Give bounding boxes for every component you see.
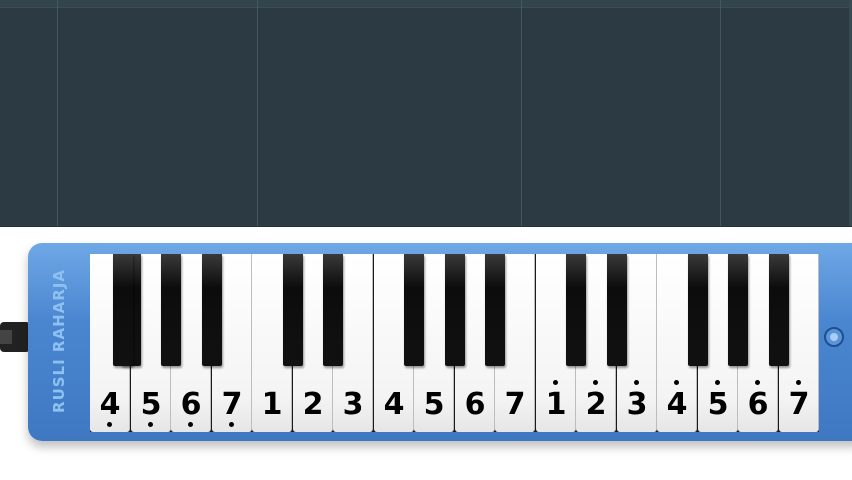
black-key[interactable]	[404, 254, 424, 366]
black-key[interactable]	[769, 254, 789, 366]
key-number-label: 1	[261, 387, 283, 422]
high-octave-dot	[755, 380, 760, 385]
black-key[interactable]	[566, 254, 586, 366]
key-number-label: 2	[585, 387, 607, 422]
black-key[interactable]	[202, 254, 222, 366]
key-number-label: 7	[221, 387, 243, 422]
timeline-header-strip	[0, 0, 852, 8]
key-number-label: 5	[140, 387, 162, 422]
key-number-label: 4	[383, 387, 405, 422]
high-octave-dot	[674, 380, 679, 385]
key-number-label: 3	[342, 387, 364, 422]
low-octave-dot	[107, 422, 112, 427]
brand-text: RUSLI RAHARJA	[50, 269, 68, 413]
air-release-button[interactable]	[824, 327, 844, 347]
low-octave-dot	[148, 422, 153, 427]
black-key[interactable]	[445, 254, 465, 366]
black-key[interactable]	[283, 254, 303, 366]
timeline-panel	[0, 0, 852, 227]
high-octave-dot	[715, 380, 720, 385]
key-number-label: 3	[626, 387, 648, 422]
video-frame: RUSLI RAHARJA 456712345671234567	[0, 0, 852, 480]
key-number-label: 4	[99, 387, 121, 422]
timeline-gridline	[257, 0, 258, 226]
black-key[interactable]	[323, 254, 343, 366]
mouthpiece-tip	[0, 330, 12, 344]
black-key[interactable]	[113, 254, 133, 366]
timeline-gridline	[521, 0, 522, 226]
high-octave-dot	[593, 380, 598, 385]
key-number-label: 7	[504, 387, 526, 422]
key-number-label: 6	[747, 387, 769, 422]
black-key[interactable]	[728, 254, 748, 366]
key-number-label: 6	[464, 387, 486, 422]
high-octave-dot	[634, 380, 639, 385]
black-key[interactable]	[161, 254, 181, 366]
air-release-button-cap	[830, 333, 838, 341]
key-number-label: 1	[545, 387, 567, 422]
key-number-label: 7	[788, 387, 810, 422]
key-number-label: 5	[707, 387, 729, 422]
low-octave-dot	[188, 422, 193, 427]
brand-label: RUSLI RAHARJA	[24, 262, 94, 420]
melodica-keyboard: 456712345671234567	[90, 254, 819, 432]
black-key[interactable]	[485, 254, 505, 366]
key-number-label: 6	[180, 387, 202, 422]
high-octave-dot	[553, 380, 558, 385]
key-number-label: 4	[666, 387, 688, 422]
key-number-label: 2	[302, 387, 324, 422]
timeline-gridline	[720, 0, 721, 226]
black-key[interactable]	[607, 254, 627, 366]
key-number-label: 5	[423, 387, 445, 422]
low-octave-dot	[229, 422, 234, 427]
timeline-gridline	[57, 0, 58, 226]
black-key[interactable]	[688, 254, 708, 366]
high-octave-dot	[796, 380, 801, 385]
